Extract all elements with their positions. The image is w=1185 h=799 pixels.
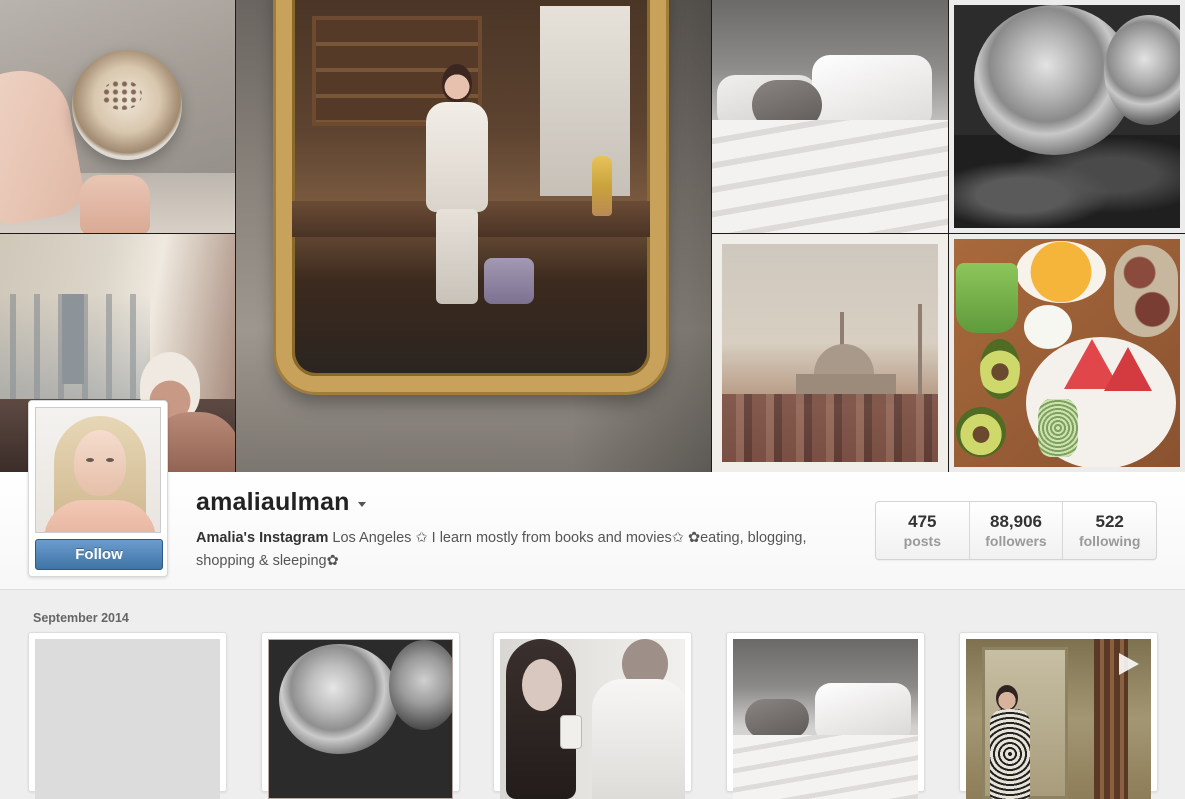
mosaic-photo-mosque[interactable] bbox=[712, 234, 948, 472]
mosaic-photo-bed[interactable] bbox=[712, 0, 948, 233]
photo-bed-sheet bbox=[733, 735, 918, 799]
profile-stats: 475 posts 88,906 followers 522 following bbox=[875, 501, 1157, 560]
stat-following[interactable]: 522 following bbox=[1063, 502, 1156, 559]
stat-posts-label: posts bbox=[903, 533, 941, 549]
photo-flowers bbox=[592, 156, 612, 216]
photo-coffee-cup bbox=[72, 50, 182, 160]
photo-dome bbox=[814, 344, 874, 378]
photo-avocado bbox=[956, 407, 1006, 457]
photo-bed-sheet bbox=[712, 120, 948, 233]
photo-gold-mirror bbox=[276, 0, 666, 392]
mosaic-photo-breakfast[interactable] bbox=[949, 234, 1185, 472]
photo-handbag bbox=[484, 258, 534, 304]
play-icon[interactable] bbox=[1119, 653, 1139, 675]
mosaic-photo-mirror-selfie[interactable] bbox=[236, 0, 711, 472]
feed-card[interactable] bbox=[959, 632, 1158, 799]
feed-card[interactable] bbox=[726, 632, 925, 799]
feed-section-title: September 2014 bbox=[33, 611, 129, 625]
feed-image-placeholder bbox=[35, 639, 220, 799]
photo-pillow bbox=[815, 683, 911, 743]
profile-bar: amaliaulman Amalia's Instagram Los Angel… bbox=[0, 472, 1185, 590]
feed-card[interactable] bbox=[28, 632, 227, 799]
photo-orange-plate bbox=[1016, 241, 1106, 303]
stat-posts-count: 475 bbox=[908, 512, 937, 531]
avatar[interactable] bbox=[35, 407, 161, 533]
feed-image-couple-selfie bbox=[500, 639, 685, 799]
stat-following-label: following bbox=[1078, 533, 1141, 549]
photo-person-head bbox=[442, 64, 472, 102]
avatar-face bbox=[74, 430, 126, 496]
feed-card[interactable] bbox=[493, 632, 692, 799]
avatar-eye bbox=[106, 458, 114, 462]
stat-following-count: 522 bbox=[1095, 512, 1124, 531]
photo-window bbox=[540, 6, 630, 196]
photo-person bbox=[422, 64, 492, 304]
avatar-card: Follow bbox=[28, 400, 168, 577]
photo-minaret bbox=[918, 304, 922, 394]
photo-rose bbox=[1104, 15, 1180, 125]
photo-avocado bbox=[980, 339, 1020, 399]
photo-bathrobe bbox=[592, 679, 685, 799]
photo-green-juice bbox=[956, 263, 1018, 333]
photo-person-head bbox=[996, 685, 1018, 711]
profile-full-name: Amalia's Instagram bbox=[196, 530, 329, 546]
photo-polaroid bbox=[722, 244, 938, 462]
photo-figs bbox=[1114, 245, 1178, 337]
stat-followers-count: 88,906 bbox=[990, 512, 1042, 531]
photo-watermelon bbox=[1104, 347, 1152, 391]
photo-rose bbox=[279, 644, 399, 754]
photo-dress bbox=[990, 709, 1030, 799]
chevron-down-icon[interactable] bbox=[357, 501, 366, 507]
photo-feet bbox=[80, 175, 150, 233]
photo-sprouts bbox=[1038, 399, 1078, 457]
stat-followers[interactable]: 88,906 followers bbox=[970, 502, 1064, 559]
stat-followers-label: followers bbox=[985, 533, 1047, 549]
username[interactable]: amaliaulman bbox=[196, 488, 350, 517]
mosaic-photo-roses[interactable] bbox=[949, 0, 1185, 233]
photo-tower bbox=[62, 294, 84, 384]
photo-face bbox=[522, 659, 562, 711]
username-row: amaliaulman bbox=[196, 488, 366, 517]
feed-card[interactable] bbox=[261, 632, 460, 799]
photo-person-body bbox=[426, 102, 488, 212]
feed-image-video-selfie bbox=[966, 639, 1151, 799]
photo-feed: September 2014 bbox=[0, 591, 1185, 799]
follow-button[interactable]: Follow bbox=[35, 539, 163, 570]
photo-rooftops bbox=[722, 394, 938, 462]
photo-phone bbox=[560, 715, 582, 749]
feed-image-roses bbox=[268, 639, 453, 799]
header-photo-mosaic bbox=[0, 0, 1185, 472]
feed-image-bed bbox=[733, 639, 918, 799]
photo-rose bbox=[389, 640, 452, 730]
stat-posts[interactable]: 475 posts bbox=[876, 502, 970, 559]
photo-sleeping-person bbox=[745, 699, 809, 739]
mosaic-photo-coffee[interactable] bbox=[0, 0, 235, 233]
profile-bio: Amalia's Instagram Los Angeles ✩ I learn… bbox=[196, 527, 836, 573]
photo-pillow bbox=[812, 55, 932, 130]
avatar-eye bbox=[86, 458, 94, 462]
photo-person-legs bbox=[436, 209, 478, 304]
